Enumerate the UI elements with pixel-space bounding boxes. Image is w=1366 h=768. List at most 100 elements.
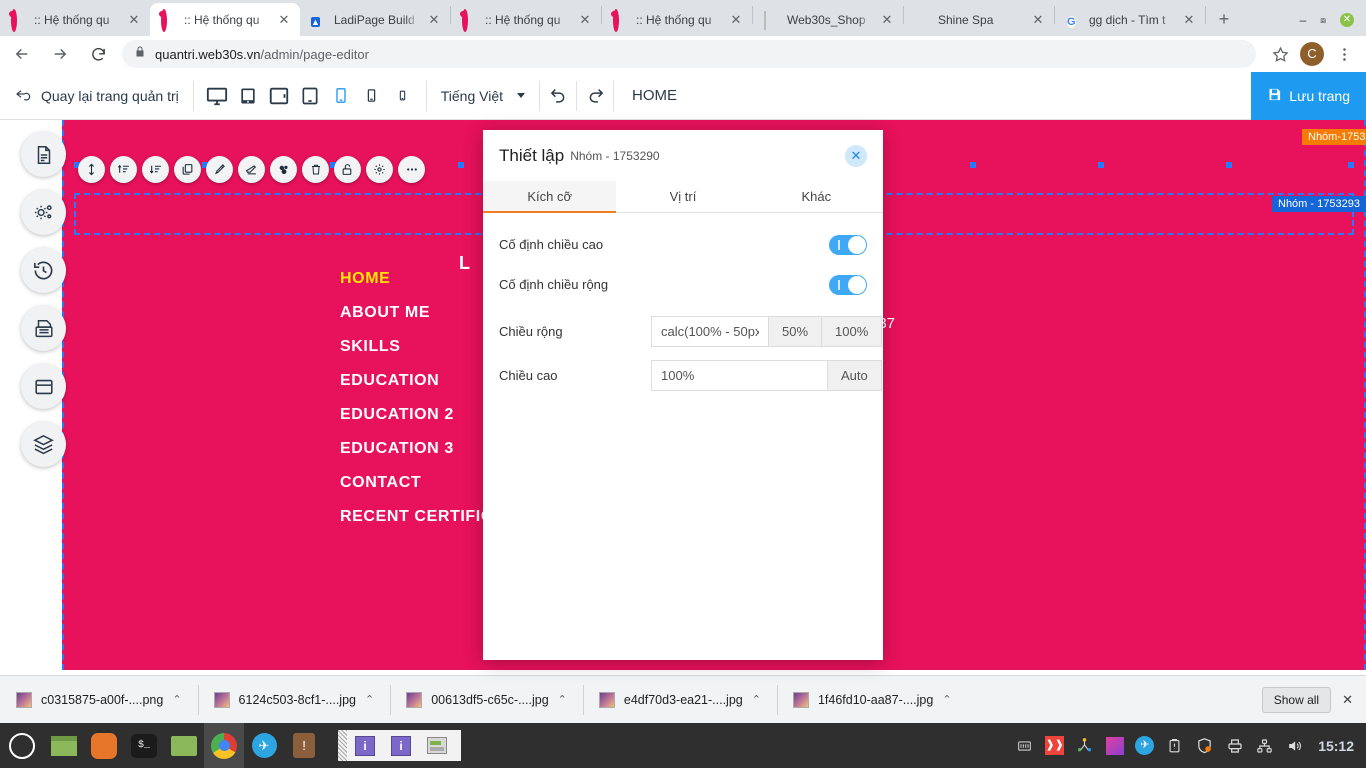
files-icon[interactable] (164, 723, 204, 768)
mobile-large-view-button[interactable] (327, 81, 355, 111)
chrome-menu-icon[interactable] (1330, 40, 1358, 68)
chevron-up-icon[interactable]: ⌃ (172, 693, 181, 706)
telegram-tray-icon[interactable]: ✈ (1135, 736, 1155, 755)
address-bar[interactable]: quantri.web30s.vn/admin/page-editor (122, 40, 1256, 68)
volume-icon[interactable] (1285, 736, 1304, 755)
chevron-up-icon[interactable]: ⌃ (752, 693, 761, 706)
window-restore-button[interactable]: ⧈ (1320, 15, 1326, 26)
tab-size[interactable]: Kích cỡ (483, 181, 617, 213)
tab-close-icon[interactable]: ✕ (276, 12, 292, 28)
sidebar-item-pages[interactable] (21, 132, 66, 177)
chevron-up-icon[interactable]: ⌃ (558, 693, 567, 706)
terminal-icon[interactable]: $_ (124, 723, 164, 768)
anydesk-icon[interactable]: ❱❱ (1045, 736, 1065, 755)
close-icon[interactable]: ✕ (845, 144, 867, 167)
network-tree-icon[interactable] (1075, 736, 1094, 755)
window-list-grip[interactable] (338, 730, 347, 761)
show-all-downloads-button[interactable]: Show all (1261, 686, 1332, 713)
tab-position[interactable]: Vị trí (616, 181, 749, 212)
browser-tab[interactable]: Web30s_Shop ✕ (753, 3, 903, 36)
align-bottom-button[interactable] (142, 156, 169, 183)
duplicate-button[interactable] (174, 156, 201, 183)
move-vertical-button[interactable] (78, 156, 105, 183)
fix-height-toggle[interactable] (829, 234, 867, 255)
window-close-button[interactable]: ✕ (1340, 13, 1354, 27)
package-icon[interactable] (1105, 736, 1124, 755)
fix-width-toggle[interactable] (829, 274, 867, 295)
settings-button[interactable] (366, 156, 393, 183)
mobile-small-view-button[interactable] (389, 81, 417, 111)
download-item[interactable]: 6124c503-8cf1-....jpg ⌃ (197, 676, 391, 724)
sidebar-item-history[interactable] (21, 248, 66, 293)
settings-modal[interactable]: Thiết lập Nhóm - 1753290 ✕ Kích cỡ Vị tr… (483, 130, 883, 660)
desktop-view-button[interactable] (203, 81, 231, 111)
new-tab-button[interactable]: + (1210, 5, 1238, 33)
browser-tab[interactable]: G gg dịch - Tìm t ✕ (1055, 3, 1205, 36)
redo-button[interactable] (577, 72, 613, 120)
tab-other[interactable]: Khác (750, 181, 883, 212)
delete-button[interactable] (302, 156, 329, 183)
tab-close-icon[interactable]: ✕ (879, 12, 895, 28)
mobile-medium-view-button[interactable] (358, 81, 386, 111)
browser-tab-active[interactable]: :: Hệ thống qu ✕ (150, 3, 300, 36)
download-item[interactable]: 1f46fd10-aa87-....jpg ⌃ (776, 676, 968, 724)
lock-button[interactable] (334, 156, 361, 183)
close-downloads-bar-button[interactable]: ✕ (1331, 692, 1366, 708)
tab-close-icon[interactable]: ✕ (126, 12, 142, 28)
sidebar-item-sections[interactable] (21, 364, 66, 409)
download-item[interactable]: c0315875-a00f-....png ⌃ (0, 676, 198, 724)
shield-update-icon[interactable] (1195, 736, 1214, 755)
window-button-info-1[interactable]: i (347, 730, 383, 761)
sidebar-item-layers[interactable] (21, 422, 66, 467)
keyboard-icon[interactable] (1015, 736, 1034, 755)
clipboard-tray-icon[interactable] (1165, 736, 1184, 755)
laptop-view-button[interactable] (234, 81, 262, 111)
save-page-button[interactable]: Lưu trang (1251, 71, 1366, 120)
height-input[interactable] (652, 361, 827, 390)
taskbar-clock[interactable]: 15:12 (1318, 738, 1354, 754)
browser-tab[interactable]: :: Hệ thống qu ✕ (0, 3, 150, 36)
browser-tab[interactable]: :: Hệ thống qu ✕ (451, 3, 601, 36)
show-desktop-icon[interactable] (44, 723, 84, 768)
avatar[interactable]: C (1300, 42, 1324, 66)
back-to-admin-button[interactable]: Quay lại trang quản trị (0, 72, 193, 120)
undo-button[interactable] (540, 72, 576, 120)
tab-close-icon[interactable]: ✕ (426, 12, 442, 28)
style-brush-button[interactable] (206, 156, 233, 183)
browser-tab[interactable]: Shine Spa ✕ (904, 3, 1054, 36)
height-preset-auto-button[interactable]: Auto (827, 361, 881, 390)
width-input[interactable] (652, 317, 768, 346)
align-top-button[interactable] (110, 156, 137, 183)
tab-close-icon[interactable]: ✕ (577, 12, 593, 28)
language-selector[interactable]: Tiếng Việt (427, 88, 539, 104)
back-button[interactable] (6, 38, 38, 70)
chevron-up-icon[interactable]: ⌃ (365, 693, 374, 706)
window-button-session[interactable] (419, 730, 455, 761)
reload-button[interactable] (82, 38, 114, 70)
browser-tab[interactable]: ▲ LadiPage Build ✕ (300, 3, 450, 36)
mint-menu-icon[interactable] (0, 723, 44, 768)
download-item[interactable]: e4df70d3-ea21-....jpg ⌃ (582, 676, 777, 724)
network-icon[interactable] (1255, 736, 1274, 755)
width-preset-100-button[interactable]: 100% (821, 317, 882, 346)
tablet-landscape-view-button[interactable] (265, 81, 293, 111)
window-minimize-button[interactable]: – (1300, 13, 1307, 27)
forward-button[interactable] (44, 38, 76, 70)
window-button-info-2[interactable]: i (383, 730, 419, 761)
more-button[interactable] (398, 156, 425, 183)
browser-tab[interactable]: :: Hệ thống qu ✕ (602, 3, 752, 36)
animation-button[interactable] (270, 156, 297, 183)
clear-style-button[interactable] (238, 156, 265, 183)
bookmark-star-icon[interactable] (1266, 40, 1294, 68)
tab-close-icon[interactable]: ✕ (1181, 12, 1197, 28)
width-preset-50-button[interactable]: 50% (768, 317, 822, 346)
chevron-up-icon[interactable]: ⌃ (942, 693, 951, 706)
download-item[interactable]: 00613df5-c65c-....jpg ⌃ (390, 676, 583, 724)
tab-close-icon[interactable]: ✕ (728, 12, 744, 28)
tablet-portrait-view-button[interactable] (296, 81, 324, 111)
firefox-icon[interactable] (84, 723, 124, 768)
chrome-icon[interactable] (204, 723, 244, 768)
telegram-icon[interactable]: ✈ (244, 723, 284, 768)
sidebar-item-templates[interactable] (21, 306, 66, 351)
tab-close-icon[interactable]: ✕ (1030, 12, 1046, 28)
